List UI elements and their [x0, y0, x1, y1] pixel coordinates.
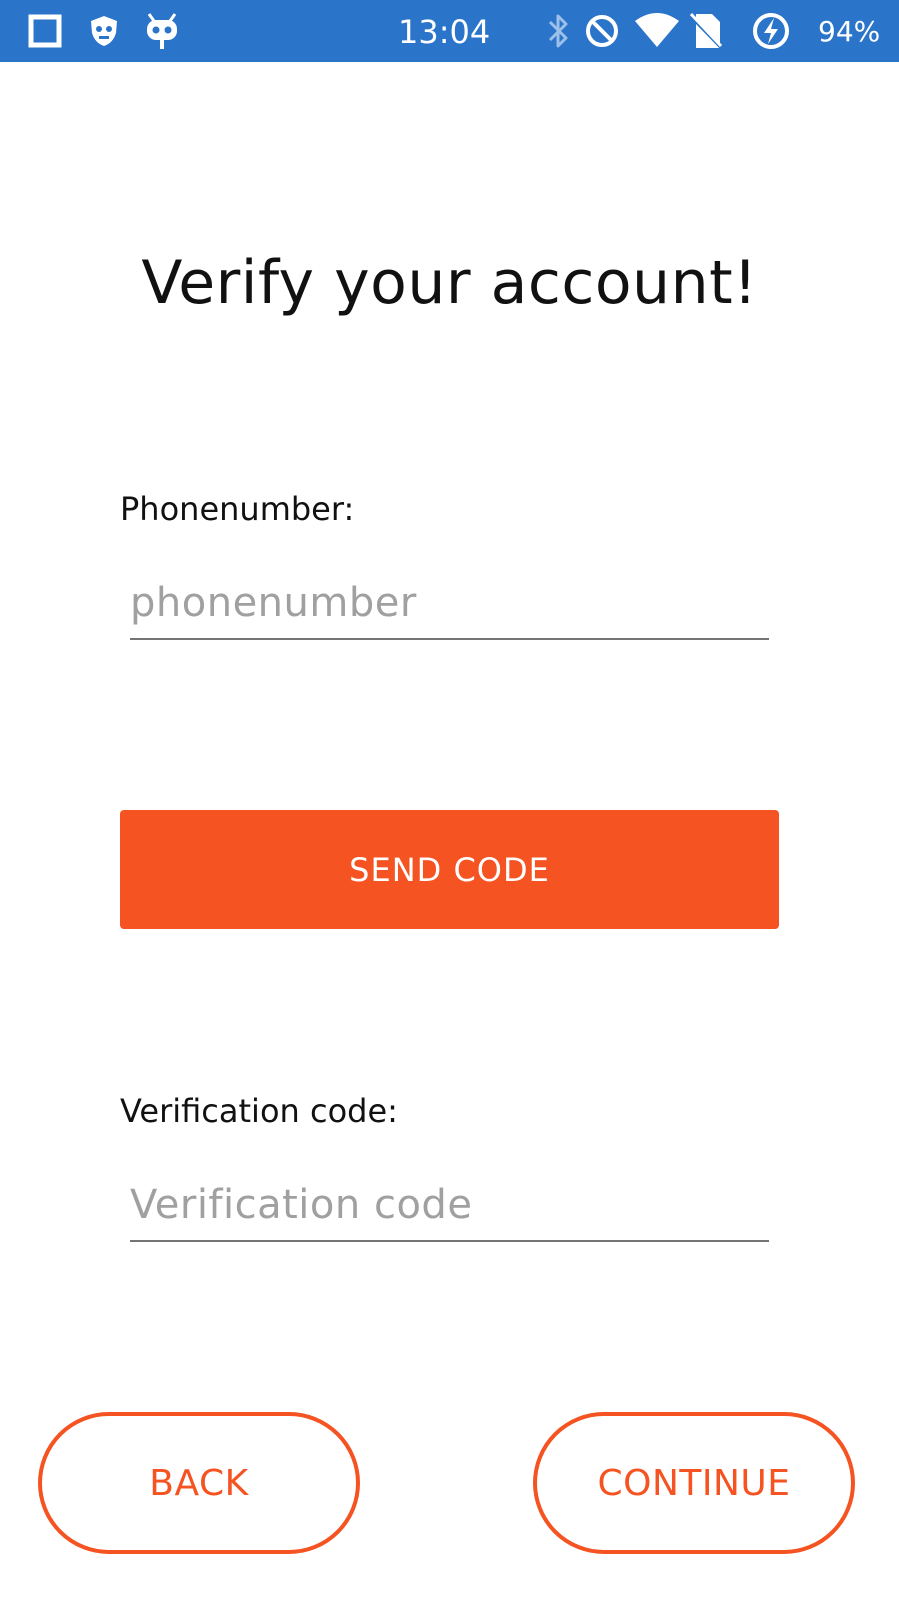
square-notification-icon — [28, 0, 62, 62]
page-title: Verify your account! — [141, 248, 758, 318]
no-sim-icon — [688, 0, 724, 62]
bluetooth-icon — [546, 0, 570, 62]
verification-code-field-container — [130, 1170, 769, 1242]
status-bar: 13:04 94% — [0, 0, 899, 62]
verification-code-input[interactable] — [130, 1170, 769, 1240]
verification-code-label: Verification code: — [120, 1092, 398, 1130]
continue-button[interactable]: CONTINUE — [533, 1412, 855, 1554]
send-code-button[interactable]: SEND CODE — [120, 810, 779, 929]
phonenumber-input[interactable] — [130, 568, 769, 638]
phonenumber-label: Phonenumber: — [120, 490, 355, 528]
clock: 13:04 — [398, 13, 491, 51]
shield-mascot-icon — [88, 0, 120, 62]
back-button[interactable]: BACK — [38, 1412, 360, 1554]
battery-percentage: 94% — [818, 15, 881, 48]
phonenumber-field-container — [130, 568, 769, 640]
wifi-icon — [634, 0, 680, 62]
battery-charging-icon — [752, 0, 790, 62]
do-not-disturb-icon — [584, 0, 620, 62]
cyanogen-robot-icon — [144, 0, 180, 62]
